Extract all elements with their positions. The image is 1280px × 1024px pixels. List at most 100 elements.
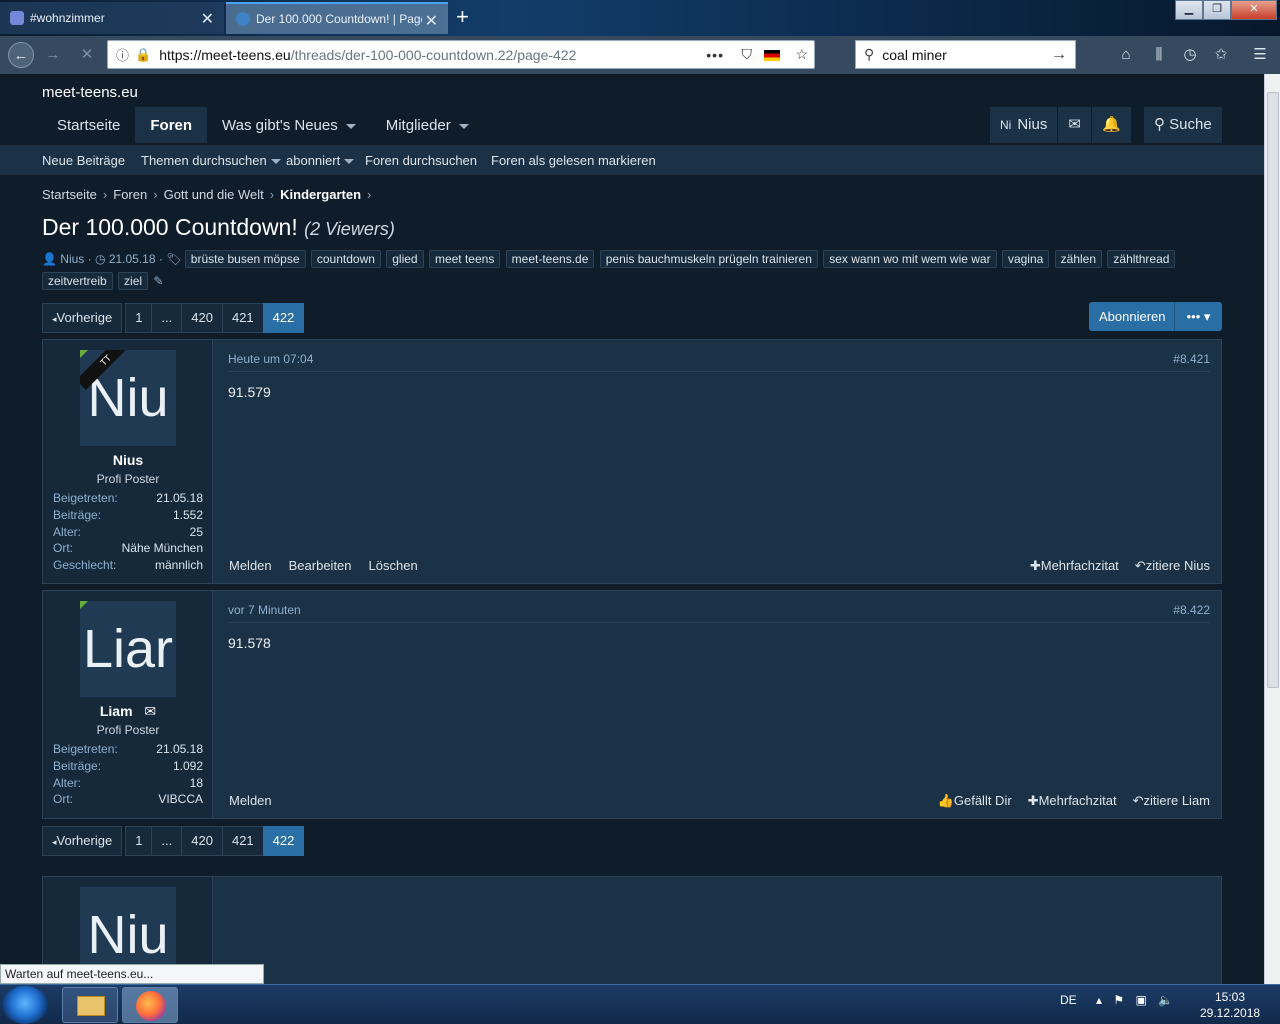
search-bar[interactable]: ⚲ coal miner → (855, 40, 1076, 69)
clock[interactable]: 15:03 29.12.2018 (1200, 989, 1260, 1021)
report-button[interactable]: Melden (229, 793, 272, 808)
language-indicator[interactable]: DE (1060, 993, 1077, 1007)
tag[interactable]: zählen (1054, 250, 1103, 268)
site-title[interactable]: meet-teens.eu (42, 84, 138, 101)
maximize-icon[interactable]: ❐ (1203, 0, 1231, 20)
tag[interactable]: ziel (118, 272, 149, 290)
firefox-taskbar-button[interactable] (122, 987, 178, 1023)
page-link[interactable]: 420 (181, 303, 223, 333)
chevron-down-icon[interactable] (345, 123, 356, 129)
breadcrumb-item[interactable]: Gott und die Welt (164, 187, 264, 202)
chevron-down-icon[interactable] (344, 159, 355, 165)
multiquote-button[interactable]: ✚Mehrfachzitat (1030, 558, 1119, 574)
tag[interactable]: meet-teens.de (505, 250, 595, 268)
report-button[interactable]: Melden (229, 558, 272, 573)
delete-button[interactable]: Löschen (369, 558, 418, 573)
menu-icon[interactable]: ☰ (1249, 44, 1271, 66)
page-actions-icon[interactable]: ••• (706, 47, 724, 63)
tag[interactable]: zählthread (1107, 250, 1176, 268)
chevron-down-icon[interactable] (270, 159, 281, 165)
extension-icon[interactable]: ✩ (1210, 44, 1232, 66)
breadcrumb-item[interactable]: Startseite (42, 187, 97, 202)
prev-page-button[interactable]: ◂Vorherige (42, 303, 123, 333)
like-button[interactable]: 👍Gefällt Dir (938, 793, 1012, 809)
new-tab-icon[interactable]: + (456, 4, 469, 30)
nav-whats-new[interactable]: Was gibt's Neues (207, 107, 371, 143)
nav-mitglieder[interactable]: Mitglieder (371, 107, 484, 143)
home-icon[interactable]: ⌂ (1115, 44, 1137, 66)
avatar[interactable]: Liar (80, 601, 176, 697)
tag[interactable]: vagina (1001, 250, 1050, 268)
close-tab-icon[interactable]: ✕ (425, 11, 438, 31)
tag[interactable]: zeitvertreib (42, 272, 113, 290)
minimize-icon[interactable]: ▁ (1175, 0, 1203, 20)
page-link[interactable]: 420 (181, 826, 223, 856)
subnav-new-posts[interactable]: Neue Beiträge (42, 153, 125, 168)
library-icon[interactable]: ⫼ (1148, 44, 1170, 66)
german-flag-icon[interactable] (764, 50, 780, 61)
breadcrumb-item[interactable]: Kindergarten (280, 187, 361, 202)
avatar[interactable]: TT Niu (80, 350, 176, 446)
messages-icon[interactable]: ✉ (1058, 107, 1092, 143)
tag[interactable]: meet teens (428, 250, 501, 268)
close-tab-icon[interactable]: ✕ (201, 9, 214, 29)
volume-icon[interactable]: 🔈 (1158, 993, 1173, 1007)
subnav-search-forums[interactable]: Foren durchsuchen (365, 153, 477, 168)
page-link[interactable]: 1 (125, 303, 153, 333)
envelope-icon[interactable]: ✉ (144, 703, 156, 719)
search-input[interactable]: coal miner (882, 47, 947, 63)
post-number[interactable]: #8.422 (1173, 603, 1210, 617)
tag[interactable]: sex wann wo mit wem wie war (823, 250, 997, 268)
prev-page-button[interactable]: ◂Vorherige (42, 826, 123, 856)
info-icon[interactable]: ⓘ (116, 45, 129, 64)
chevron-down-icon[interactable] (458, 123, 469, 129)
page-ellipsis[interactable]: ... (151, 826, 183, 856)
subscribe-button[interactable]: Abonnieren ••• ▾ (1089, 302, 1222, 331)
alerts-icon[interactable]: 🔔 (1092, 107, 1132, 143)
page-scrollbar[interactable] (1264, 74, 1280, 984)
browser-tab-discord[interactable]: #wohnzimmer ✕ (0, 2, 224, 34)
scrollbar-thumb[interactable] (1267, 92, 1279, 688)
back-icon[interactable]: ← (8, 42, 34, 68)
post-date[interactable]: vor 7 Minuten (228, 603, 301, 617)
page-link[interactable]: 421 (221, 303, 264, 333)
windows-start-icon[interactable] (2, 986, 48, 1024)
post-date[interactable]: Heute um 07:04 (228, 352, 313, 366)
thread-date[interactable]: 21.05.18 (109, 252, 156, 266)
page-current[interactable]: 422 (262, 826, 305, 856)
nav-startseite[interactable]: Startseite (42, 107, 135, 143)
window-close-icon[interactable]: ✕ (1231, 0, 1277, 20)
edit-button[interactable]: Bearbeiten (289, 558, 352, 573)
tag[interactable]: brüste busen möpse (184, 250, 306, 268)
url-bar[interactable]: ⓘ 🔒 https://meet-teens.eu/threads/der-10… (107, 40, 815, 69)
breadcrumb-item[interactable]: Foren (113, 187, 147, 202)
forward-icon[interactable]: → (42, 44, 64, 66)
page-link[interactable]: 421 (221, 826, 264, 856)
account-button[interactable]: Ni Nius (990, 107, 1059, 143)
subnav-search-threads[interactable]: Themen durchsuchen (141, 153, 281, 168)
page-ellipsis[interactable]: ... (151, 303, 183, 333)
search-button[interactable]: ⚲ Suche (1144, 107, 1222, 143)
multiquote-button[interactable]: ✚Mehrfachzitat (1028, 793, 1117, 809)
thread-author[interactable]: Nius (60, 252, 84, 266)
lock-icon[interactable]: 🔒 (135, 47, 151, 63)
search-go-icon[interactable]: → (1051, 46, 1067, 64)
quote-button[interactable]: ↶zitiere Nius (1135, 558, 1210, 574)
quote-button[interactable]: ↶zitiere Liam (1133, 793, 1210, 809)
show-hidden-icons-icon[interactable]: ▴ (1096, 993, 1102, 1007)
tag[interactable]: countdown (310, 250, 381, 268)
action-center-flag-icon[interactable]: ⚑ (1113, 993, 1124, 1007)
post-username[interactable]: Liam (100, 703, 133, 719)
more-options-icon[interactable]: ••• ▾ (1174, 302, 1222, 331)
browser-tab-active[interactable]: Der 100.000 Countdown! | Page ✕ (226, 2, 448, 34)
history-icon[interactable]: ◷ (1179, 44, 1201, 66)
post-number[interactable]: #8.421 (1173, 352, 1210, 366)
bookmark-star-icon[interactable]: ☆ (795, 46, 808, 63)
network-icon[interactable]: ▣ (1136, 993, 1147, 1007)
nav-foren[interactable]: Foren (135, 107, 208, 143)
page-current[interactable]: 422 (262, 303, 305, 333)
post-username[interactable]: Nius (43, 452, 213, 468)
subnav-mark-read[interactable]: Foren als gelesen markieren (491, 153, 656, 168)
page-link[interactable]: 1 (125, 826, 153, 856)
reload-icon[interactable]: ✕ (76, 44, 98, 66)
